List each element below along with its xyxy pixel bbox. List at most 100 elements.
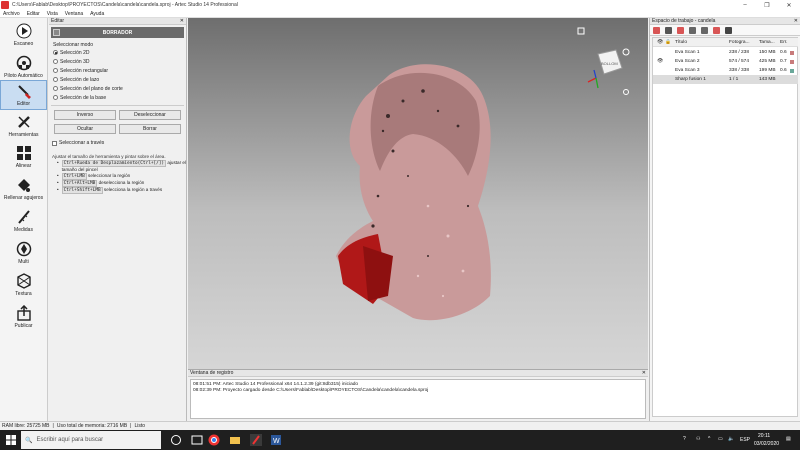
eraser-tool-header: BORRADOR [51,27,184,38]
toolbar-texture[interactable]: Textura [0,270,47,300]
toolbar-tools-label: Herramientas [8,132,39,138]
3d-viewport[interactable]: BOLLOM [188,18,648,369]
word-icon[interactable]: W [270,434,282,446]
mode-label: Selección de lazo [60,76,100,83]
3d-scan-model[interactable] [318,56,518,336]
chevron-up-icon[interactable]: ^ [708,436,710,442]
table-row[interactable]: Eva Scan 3 338 / 338 199 MB 0.6 [653,66,798,75]
mode-base-selection[interactable]: Selección de la base [53,93,186,102]
minimize-button[interactable]: – [734,0,756,10]
scan-size: 199 MB [759,68,776,73]
deselect-button[interactable]: Deseleccionar [119,110,181,120]
redo-icon[interactable] [701,26,708,34]
fit-view-icon[interactable] [576,26,586,36]
log-line: 08:02:39 PM: Proyecto cargado desde C:\U… [193,388,429,393]
mode-cutting-plane-selection[interactable]: Selección del plano de corte [53,84,186,93]
toolbar-editor[interactable]: Editor [0,80,47,110]
workspace-toolbar [650,25,800,36]
mode-rectangle-selection[interactable]: Selección rectangular [53,66,186,75]
toolbar-align[interactable]: Alinear [0,142,47,172]
view-cube[interactable]: BOLLOM [586,44,632,96]
windows-start-icon[interactable] [6,435,16,445]
invert-button[interactable]: Inverso [54,110,116,120]
task-view-icon[interactable] [170,434,182,446]
export-icon[interactable] [677,26,684,34]
language-indicator[interactable]: ESP [740,437,750,443]
scan-color-swatch[interactable] [790,59,794,64]
scan-icon [16,23,32,39]
table-row[interactable]: Sharp fusion 1 1 / 1 143 MB [653,75,798,84]
toolbar-texture-label: Textura [15,291,32,297]
editor-panel-close-icon[interactable]: ✕ [180,18,184,24]
file-explorer-icon[interactable] [229,434,241,446]
mode-lasso-selection[interactable]: Selección de lazo [53,75,186,84]
shortcut-desc: seleccionar la región [88,173,131,178]
select-through-label: Seleccionar a través [59,140,105,146]
toolbar-measure[interactable]: Medidas [0,206,47,236]
clock-time[interactable]: 20:11 [758,433,770,439]
workspace-panel: Espacio de trabajo - candela ✕ 👁 🔒 Títul… [649,18,800,421]
scan-color-swatch[interactable] [790,68,794,73]
people-tray-icon[interactable]: ⚇ [696,436,700,442]
scan-color-swatch[interactable] [790,50,794,55]
artec-app-icon [1,1,9,9]
table-row[interactable]: 👁 Eva Scan 2 574 / 574 425 MB 0.7 [653,57,798,66]
title-bar: C:\Users\Fablab\Desktop\PROYECTOS\Candel… [0,0,800,10]
column-frames[interactable]: Fotogra... [729,40,750,45]
chrome-icon[interactable] [208,434,220,446]
volume-icon[interactable]: 🔈 [728,436,734,442]
menu-vista[interactable]: Vista [47,11,58,17]
table-row[interactable]: Eva Scan 1 238 / 238 150 MB 0.6 [653,48,798,57]
hide-button[interactable]: Ocultar [54,124,116,134]
toolbar-publish[interactable]: Publicar [0,302,47,332]
log-panel-header: Ventana de registro ✕ [188,370,648,377]
log-body[interactable]: 08:01:51 PM: Artec Studio 14 Professiona… [190,379,646,419]
scan-frames: 338 / 338 [729,68,750,73]
menu-ayuda[interactable]: Ayuda [90,11,104,17]
windows-taskbar: 🔍 Escribir aquí para buscar W ? ⚇ ^ ▭ 🔈 … [0,430,800,450]
toolbar-multi[interactable]: Multi [0,238,47,268]
artec-studio-taskbar-icon[interactable] [250,434,262,446]
toolbar-autopilot[interactable]: Piloto Automático [0,52,47,82]
clock-date[interactable]: 03/02/2020 [754,441,779,447]
network-icon[interactable]: ▭ [718,436,723,442]
mode-2d-selection[interactable]: Selección 2D [53,48,186,57]
mode-label: Selección rectangular [60,67,109,74]
maximize-button[interactable]: ❐ [756,0,778,10]
delete-scan-icon[interactable] [653,26,660,34]
toolbar-fill-holes[interactable]: Rellenar agujeros [0,174,47,204]
checkbox-icon [52,140,57,146]
menu-editar[interactable]: Editar [27,11,40,17]
camera-icon[interactable] [665,26,672,34]
mode-3d-selection[interactable]: Selección 3D [53,57,186,66]
toolbar-scan[interactable]: Escaneo [0,20,47,50]
texture-icon [16,273,32,289]
column-size[interactable]: Tama... [759,40,775,45]
log-panel-title: Ventana de registro [190,370,234,376]
select-through-checkbox[interactable]: Seleccionar a través [52,140,186,146]
eye-icon[interactable]: 👁 [657,59,663,64]
scan-error: 0.6 [780,68,787,73]
table-header: 👁 🔒 Título Fotogra... Tama... Err. [653,38,798,47]
workspace-close-icon[interactable]: ✕ [794,18,798,24]
taskbar-search-box[interactable]: 🔍 Escribir aquí para buscar [21,431,161,449]
log-panel-close-icon[interactable]: ✕ [642,370,646,376]
menu-archivo[interactable]: Archivo [3,11,20,17]
window-title: C:\Users\Fablab\Desktop\PROYECTOS\Candel… [12,2,238,8]
close-button[interactable]: ✕ [778,0,800,10]
radio-icon [53,86,58,91]
help-item: • Ctrl+Alt+LMB deselecciona la región [57,180,145,187]
gear-icon[interactable] [725,26,732,34]
radio-selected-icon [53,50,58,55]
toolbar-align-label: Alinear [15,163,32,169]
scan-settings-icon[interactable] [713,26,720,34]
undo-icon[interactable] [689,26,696,34]
menu-ventana[interactable]: Ventana [65,11,83,17]
toolbar-tools[interactable]: Herramientas [0,111,47,141]
delete-button[interactable]: Borrar [119,124,181,134]
notifications-icon[interactable]: ▤ [786,436,791,442]
column-error[interactable]: Err. [780,40,787,45]
help-tray-icon[interactable]: ? [683,436,686,442]
task-switch-icon[interactable] [191,434,203,446]
column-title[interactable]: Título [675,40,687,45]
